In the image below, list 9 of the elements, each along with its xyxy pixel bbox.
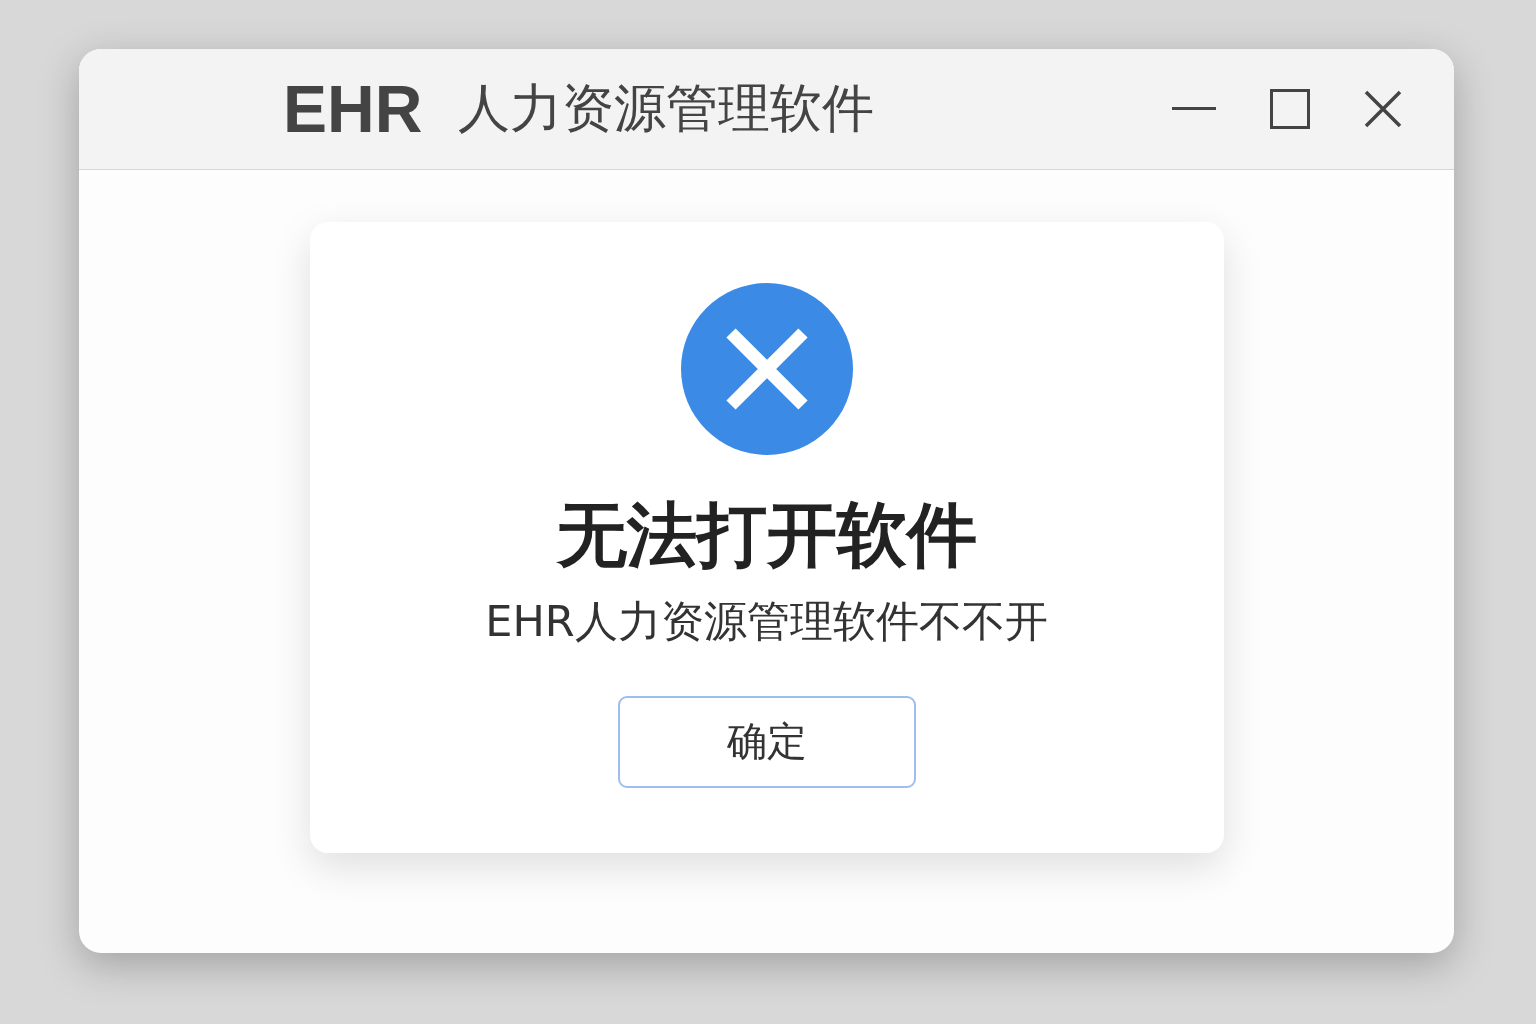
minimize-icon[interactable] <box>1172 107 1216 111</box>
ok-button[interactable]: 确定 <box>617 695 916 788</box>
close-icon[interactable] <box>1364 90 1402 128</box>
window-title: 人力资源管理软件 <box>458 77 875 140</box>
dialog-heading: 无法打开软件 <box>556 497 977 574</box>
app-name: EHR <box>283 71 423 147</box>
dialog-message: EHR人力资源管理软件不不开 <box>485 596 1048 648</box>
maximize-icon[interactable] <box>1270 89 1310 129</box>
error-icon <box>680 283 853 455</box>
